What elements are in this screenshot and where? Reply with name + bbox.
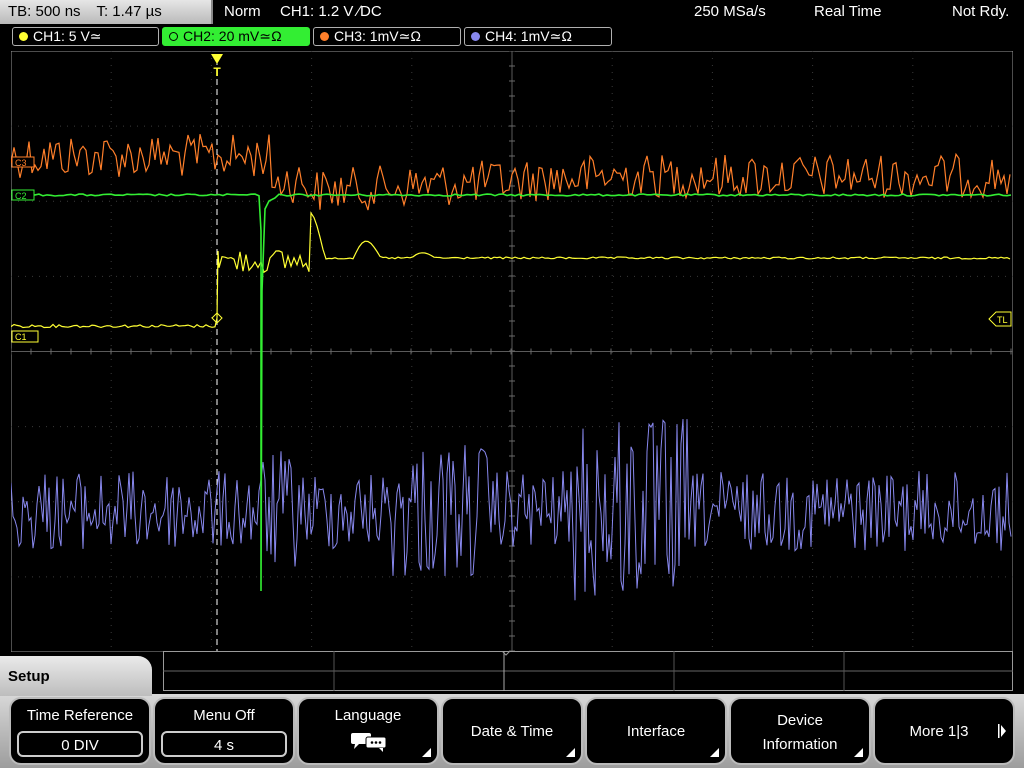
status-bar: TB: 500 ns T: 1.47 µs Norm CH1: 1.2 V ∕D… [0, 0, 1024, 24]
sample-rate: 250 MSa/s [694, 3, 766, 20]
menu-off-button[interactable]: Menu Off 4 s [153, 697, 295, 765]
ch2-label: CH2: 20 mV≃Ω [183, 28, 282, 44]
interface-label: Interface [626, 723, 686, 740]
ch1-label: CH1: 5 V≃ [33, 28, 102, 44]
ch3-marker-label: C3 [15, 158, 27, 168]
speech-bubbles-icon [351, 733, 387, 752]
ch1-color-dot [19, 32, 28, 41]
menu-title-setup: Setup [0, 656, 152, 696]
ch2-offset-marker[interactable]: C2 [11, 189, 35, 201]
trigger-marker-label: T [213, 65, 221, 79]
time-reference-value: 0 DIV [17, 731, 143, 757]
submenu-indicator-icon [566, 748, 575, 757]
more-label: More 1|3 [909, 723, 969, 740]
language-label: Language [334, 707, 402, 724]
time-reference-label: Time Reference [26, 707, 134, 724]
acquisition-mode: Real Time [814, 3, 882, 20]
language-button[interactable]: Language [297, 697, 439, 765]
device-information-button[interactable]: Device Information [729, 697, 871, 765]
time-reference-button[interactable]: Time Reference 0 DIV [9, 697, 151, 765]
ch3-color-dot [320, 32, 329, 41]
ch4-color-dot [471, 32, 480, 41]
trigger-time-readout: T: 1.47 µs [96, 3, 162, 20]
ch3-offset-marker[interactable]: C3 [11, 156, 35, 168]
submenu-indicator-icon [422, 748, 431, 757]
channel-tab-ch4[interactable]: CH4: 1mV≃Ω [464, 27, 612, 46]
device-info-label-line1: Device [777, 712, 823, 729]
next-page-arrow-icon [998, 724, 1006, 738]
channel-tab-ch3[interactable]: CH3: 1mV≃Ω [313, 27, 461, 46]
trigger-mode[interactable]: Norm [224, 3, 261, 20]
trigger-level-label: TL [997, 315, 1008, 325]
trigger-settings[interactable]: CH1: 1.2 V ∕DC [280, 3, 382, 20]
date-time-label: Date & Time [470, 723, 554, 740]
menu-off-label: Menu Off [193, 707, 255, 724]
ch1-marker-label: C1 [15, 332, 27, 342]
ch2-color-dot [169, 32, 178, 41]
channel-tab-ch1[interactable]: CH1: 5 V≃ [12, 27, 159, 46]
ch3-label: CH3: 1mV≃Ω [334, 28, 422, 44]
date-time-button[interactable]: Date & Time [441, 697, 583, 765]
ready-state: Not Rdy. [952, 3, 1010, 20]
timebase-panel[interactable]: TB: 500 ns T: 1.47 µs [0, 0, 213, 24]
waveform-display[interactable]: T C3 C2 C1 TL [11, 51, 1013, 652]
timebase-readout: TB: 500 ns [8, 3, 81, 20]
submenu-indicator-icon [854, 748, 863, 757]
menu-off-value: 4 s [161, 731, 287, 757]
interface-button[interactable]: Interface [585, 697, 727, 765]
ch4-label: CH4: 1mV≃Ω [485, 28, 573, 44]
more-button[interactable]: More 1|3 [873, 697, 1015, 765]
submenu-indicator-icon [710, 748, 719, 757]
ch1-offset-marker[interactable]: C1 [11, 330, 39, 343]
zoom-overview-strip [163, 651, 1013, 691]
device-info-label-line2: Information [762, 736, 838, 753]
channel-tab-ch2[interactable]: CH2: 20 mV≃Ω [162, 27, 310, 46]
ch2-marker-label: C2 [15, 191, 27, 201]
